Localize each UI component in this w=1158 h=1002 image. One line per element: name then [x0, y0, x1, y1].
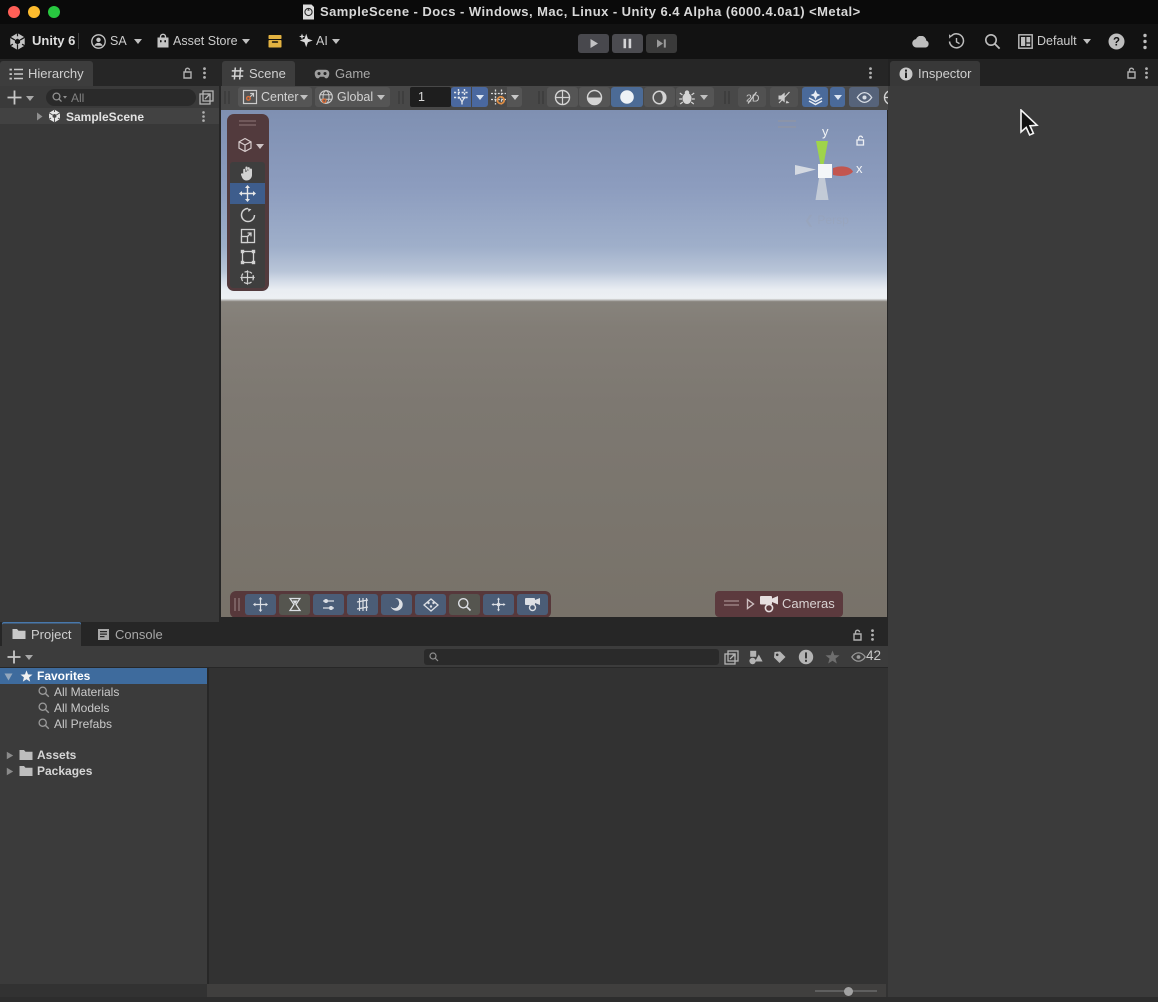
svg-text:?: ?: [1113, 37, 1120, 49]
svg-text:Y: Y: [458, 97, 464, 106]
